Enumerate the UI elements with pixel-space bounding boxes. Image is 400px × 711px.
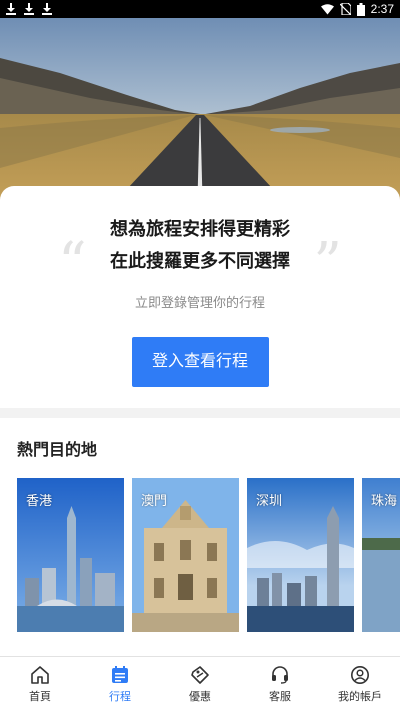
destination-carousel[interactable]: 香港 澳門 深圳 珠海 xyxy=(17,478,400,632)
destination-card-shenzhen[interactable]: 深圳 xyxy=(247,478,354,632)
itinerary-icon xyxy=(112,665,128,683)
destination-label: 深圳 xyxy=(256,494,283,509)
login-prompt-card: “ ” 想為旅程安排得更精彩 在此搜羅更多不同選擇 立即登錄管理你的行程 登入查… xyxy=(0,186,400,408)
download-icon xyxy=(6,3,16,15)
tab-label: 首頁 xyxy=(29,689,51,703)
coupon-icon xyxy=(191,665,209,684)
section-title: 熱門目的地 xyxy=(17,440,98,459)
close-quote-icon: ” xyxy=(313,231,342,296)
destination-label: 澳門 xyxy=(141,494,168,509)
destination-label: 香港 xyxy=(26,494,53,509)
status-bar: 2:37 xyxy=(0,0,400,18)
wifi-icon xyxy=(320,3,334,14)
tab-itinerary[interactable]: 行程 xyxy=(80,657,160,711)
tab-label: 優惠 xyxy=(189,689,211,703)
battery-icon xyxy=(356,2,365,16)
home-icon xyxy=(31,665,49,684)
tab-customer-service[interactable]: 客服 xyxy=(240,657,320,711)
tab-account[interactable]: 我的帳戶 xyxy=(320,657,400,711)
tab-label: 我的帳戶 xyxy=(338,689,382,703)
destination-card-hong-kong[interactable]: 香港 xyxy=(17,478,124,632)
destination-card-zhuhai[interactable]: 珠海 xyxy=(362,478,400,632)
clock: 2:37 xyxy=(370,2,394,16)
tab-home[interactable]: 首頁 xyxy=(0,657,80,711)
tab-offers[interactable]: 優惠 xyxy=(160,657,240,711)
download-icon xyxy=(24,3,34,15)
tab-label: 行程 xyxy=(109,689,131,703)
bottom-tab-bar: 首頁 行程 優惠 客服 我的帳戶 xyxy=(0,656,400,711)
popular-destinations-section: 熱門目的地 香港 澳門 深圳 珠海 xyxy=(0,418,400,656)
account-icon xyxy=(351,665,369,684)
open-quote-icon: “ xyxy=(58,231,87,296)
headset-icon xyxy=(272,665,288,684)
destination-card-macau[interactable]: 澳門 xyxy=(132,478,239,632)
tab-label: 客服 xyxy=(269,689,291,703)
download-icon xyxy=(42,3,52,15)
no-sim-icon xyxy=(339,3,351,15)
destination-label: 珠海 xyxy=(371,494,398,509)
login-button[interactable]: 登入查看行程 xyxy=(131,337,269,387)
